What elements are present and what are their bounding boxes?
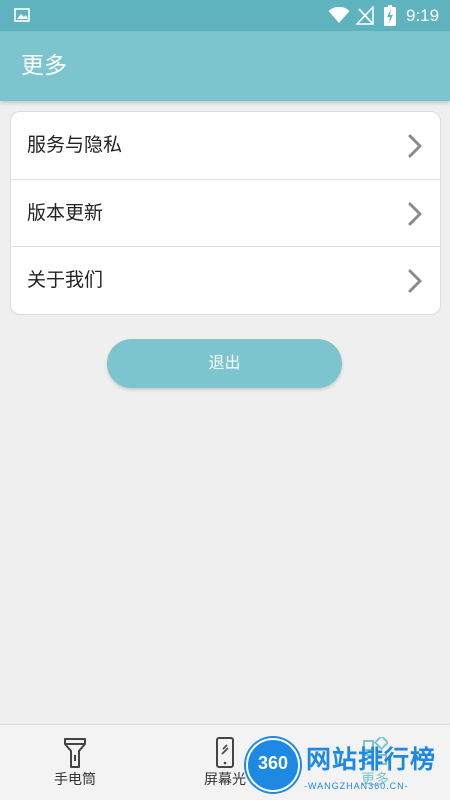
page-title: 更多: [21, 53, 67, 79]
app-bar: 更多: [0, 31, 450, 101]
bottom-nav: 手电筒 屏幕光 更多: [0, 724, 450, 800]
no-signal-icon: [356, 6, 374, 25]
status-bar: 9:19: [0, 0, 450, 31]
chevron-right-icon: [408, 134, 422, 158]
status-time: 9:19: [406, 6, 440, 25]
nav-item-screen-light[interactable]: 屏幕光: [150, 725, 300, 800]
menu-item-label: 服务与隐私: [27, 134, 123, 156]
gallery-icon: [14, 8, 30, 22]
battery-charging-icon: [384, 5, 396, 26]
wifi-icon: [328, 7, 350, 23]
nav-label: 手电筒: [54, 772, 96, 788]
flashlight-icon: [64, 738, 86, 768]
logout-label: 退出: [208, 353, 241, 372]
nav-item-flashlight[interactable]: 手电筒: [0, 725, 150, 800]
settings-menu: 服务与隐私 版本更新 关于我们: [10, 111, 441, 315]
more-screen: 9:19 更多 服务与隐私 版本更新 关于我们 退出 手电筒 屏幕光 更多 36…: [0, 0, 450, 800]
menu-item-label: 关于我们: [27, 269, 104, 291]
more-grid-icon: [363, 737, 388, 765]
nav-label: 更多: [361, 772, 389, 788]
logout-button[interactable]: 退出: [107, 339, 342, 388]
menu-item-service-privacy[interactable]: 服务与隐私: [11, 112, 440, 179]
chevron-right-icon: [408, 202, 422, 226]
nav-label: 屏幕光: [204, 772, 246, 788]
chevron-right-icon: [408, 269, 422, 293]
menu-item-version-update[interactable]: 版本更新: [11, 180, 440, 247]
menu-item-about-us[interactable]: 关于我们: [11, 247, 440, 314]
nav-item-more[interactable]: 更多: [300, 725, 450, 800]
menu-item-label: 版本更新: [27, 202, 104, 224]
phone-screen-icon: [216, 737, 234, 768]
